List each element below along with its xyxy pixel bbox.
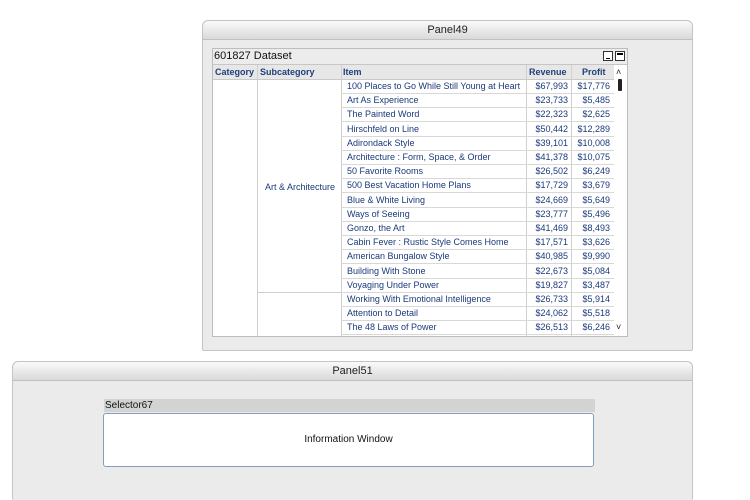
item-cell: Building With Stone (347, 265, 426, 276)
table-row[interactable]: 100 Places to Go While Still Young at He… (341, 80, 615, 94)
selector-title: Selector67 (104, 399, 595, 412)
table-row[interactable]: The Painted Word $22,323 $2,625 (341, 108, 615, 123)
revenue-cell: $24,062 (535, 308, 568, 319)
profit-cell: $2,625 (582, 109, 610, 120)
revenue-cell: $17,571 (535, 237, 568, 248)
subcategory-cell: Art & Architecture (264, 182, 336, 192)
panel51-title: Panel51 (13, 362, 692, 381)
profit-cell: $10,075 (577, 152, 610, 162)
item-cell: Hirschfeld on Line (347, 123, 420, 134)
profit-cell: $8,493 (582, 223, 610, 233)
revenue-cell: $23,777 (535, 208, 568, 219)
item-cell: The Painted Word (347, 109, 420, 120)
profit-cell: $10,008 (577, 137, 610, 148)
table-row[interactable]: Blue & White Living $24,669 $5,649 (341, 194, 615, 208)
item-cell: Architecture : Form, Space, & Order (347, 152, 491, 162)
revenue-cell: $26,502 (535, 166, 568, 177)
information-window[interactable]: Information Window (103, 413, 594, 467)
profit-cell: $5,485 (582, 95, 610, 106)
profit-cell: $6,246 (582, 322, 610, 333)
chevron-up-icon[interactable]: ˄ (616, 68, 621, 77)
revenue-cell: $67,993 (535, 81, 568, 91)
dataset-title-bar: 601827 Dataset (213, 49, 627, 65)
revenue-cell: $50,442 (535, 123, 568, 134)
maximize-icon[interactable] (615, 51, 625, 61)
profit-cell: $5,496 (582, 208, 610, 219)
table-row[interactable]: Working With Emotional Intelligence $26,7… (341, 293, 615, 307)
table-header: Category Subcategory Item Revenue Profit (213, 65, 615, 80)
item-cell: 500 Best Vacation Home Plans (347, 180, 471, 191)
item-cell: Voyaging Under Power (347, 279, 440, 290)
profit-cell: $5,518 (582, 308, 610, 319)
table-row[interactable]: Architecture : Form, Space, & Order $41,3… (341, 151, 615, 165)
revenue-cell: $23,733 (535, 95, 568, 106)
profit-cell: $9,990 (582, 251, 610, 262)
scrollbar-thumb[interactable] (618, 79, 622, 91)
table-row[interactable]: Cabin Fever : Rustic Style Comes Home $17… (341, 236, 615, 251)
profit-cell: $3,487 (582, 279, 610, 290)
revenue-cell: $17,729 (535, 180, 568, 191)
revenue-cell: $26,513 (535, 322, 568, 333)
revenue-cell: $19,827 (535, 279, 568, 290)
profit-cell: $3,626 (582, 237, 610, 248)
table-row[interactable]: Hirschfeld on Line $50,442 $12,289 (341, 123, 615, 137)
table-row[interactable]: Art As Experience $23,733 $5,485 (341, 94, 615, 109)
chevron-down-icon[interactable]: ˅ (616, 323, 621, 332)
table-body: Art & Architecture 100 Places to Go Whil… (213, 80, 615, 336)
table-row[interactable]: The 48 Laws of Power $26,513 $6,246 (341, 321, 615, 336)
profit-cell: $17,776 (577, 81, 610, 91)
item-cell: American Bungalow Style (347, 251, 450, 262)
table-row[interactable]: Attention to Detail $24,062 $5,518 (341, 307, 615, 322)
table-row[interactable]: American Bungalow Style $40,985 $9,990 (341, 250, 615, 265)
profit-cell: $6,249 (582, 166, 610, 177)
profit-cell: $3,679 (582, 180, 610, 191)
table-row[interactable]: 50 Favorite Rooms $26,502 $6,249 (341, 165, 615, 180)
column-header-profit[interactable]: Profit (582, 65, 606, 79)
item-cell: Ways of Seeing (347, 208, 410, 219)
item-cell: Adirondack Style (347, 137, 415, 148)
item-cell: Art As Experience (347, 95, 419, 106)
table-row[interactable]: Adirondack Style $39,101 $10,008 (341, 137, 615, 151)
revenue-cell: $26,733 (535, 294, 568, 304)
revenue-cell: $40,985 (535, 251, 568, 262)
minimize-icon[interactable] (603, 51, 613, 61)
profit-cell: $12,289 (577, 123, 610, 134)
table-row[interactable]: Building With Stone $22,673 $5,084 (341, 265, 615, 279)
table-row[interactable]: 500 Best Vacation Home Plans $17,729 $3,67… (341, 179, 615, 194)
profit-cell: $5,084 (582, 265, 610, 276)
panel49: Panel49 601827 Dataset Category Subcateg… (202, 20, 693, 351)
revenue-cell: $24,669 (535, 194, 568, 205)
revenue-cell: $41,469 (535, 223, 568, 233)
vertical-scrollbar[interactable]: ˄ ˅ (614, 65, 627, 336)
revenue-cell: $22,323 (535, 109, 568, 120)
item-cell: 100 Places to Go While Still Young at He… (347, 81, 521, 91)
revenue-cell: $39,101 (535, 137, 568, 148)
table-row[interactable]: Gonzo, the Art $41,469 $8,493 (341, 222, 615, 236)
item-cell: The 48 Laws of Power (347, 322, 437, 333)
item-cell: Attention to Detail (347, 308, 419, 319)
item-cell: Gonzo, the Art (347, 223, 405, 233)
profit-cell: $5,914 (582, 294, 610, 304)
dataset-window: 601827 Dataset Category Subcategory Item… (212, 48, 628, 337)
item-cell: 50 Favorite Rooms (347, 166, 424, 177)
column-header-category[interactable]: Category (215, 65, 254, 79)
revenue-cell: $22,673 (535, 265, 568, 276)
panel49-title: Panel49 (203, 21, 692, 40)
item-cell: Cabin Fever : Rustic Style Comes Home (347, 237, 509, 248)
table-row[interactable]: Ways of Seeing $23,777 $5,496 (341, 208, 615, 222)
panel51: Panel51 Selector67 Information Window (12, 361, 693, 500)
revenue-cell: $41,378 (535, 152, 568, 162)
column-header-subcategory[interactable]: Subcategory (260, 65, 315, 79)
column-header-revenue[interactable]: Revenue (529, 65, 567, 79)
column-header-item[interactable]: Item (343, 65, 362, 79)
item-cell: Blue & White Living (347, 194, 426, 205)
item-cell: Working With Emotional Intelligence (347, 294, 491, 304)
subcategory-divider (258, 292, 341, 293)
profit-cell: $5,649 (582, 194, 610, 205)
dataset-title: 601827 Dataset (214, 50, 292, 62)
table-row[interactable]: Voyaging Under Power $19,827 $3,487 (341, 279, 615, 293)
